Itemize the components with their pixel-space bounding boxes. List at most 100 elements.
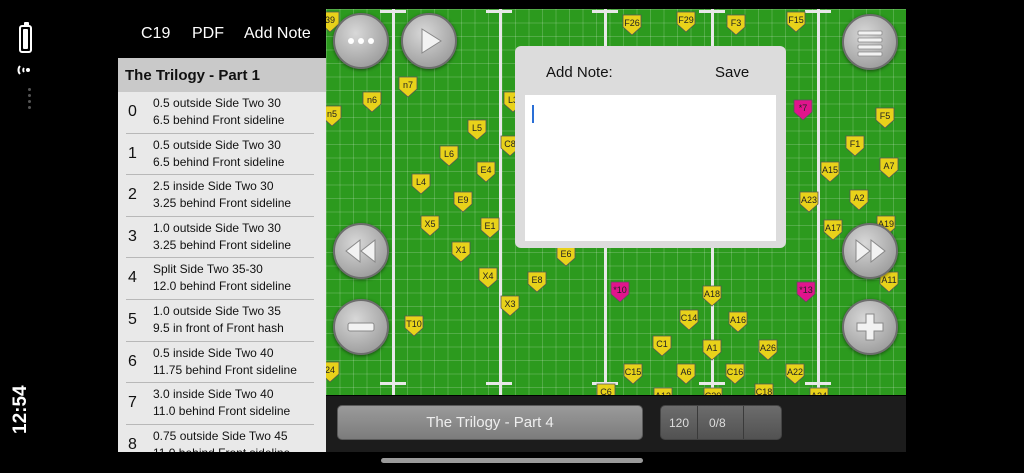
performer-marker[interactable]: E4	[476, 161, 496, 183]
status-time: 12:54	[10, 385, 31, 435]
performer-marker[interactable]: C14	[679, 309, 699, 331]
performer-marker[interactable]: T10	[404, 315, 424, 337]
hash-mark	[805, 382, 831, 385]
menu-button[interactable]	[842, 14, 898, 70]
performer-marker[interactable]: C20	[703, 387, 723, 395]
performer-marker[interactable]: E6	[556, 245, 576, 267]
performer-marker[interactable]: *7	[793, 99, 813, 121]
performer-marker[interactable]: X4	[478, 267, 498, 289]
performer-marker[interactable]: A6	[676, 363, 696, 385]
show-title-button[interactable]: The Trilogy - Part 4	[337, 405, 643, 440]
marker-label: A23	[800, 195, 817, 205]
performer-marker[interactable]: C1	[652, 335, 672, 357]
performer-marker[interactable]: A13	[653, 387, 673, 395]
set-line-1: 2.5 inside Side Two 30	[153, 179, 274, 194]
performer-marker[interactable]: X1	[451, 241, 471, 263]
performer-marker[interactable]: A17	[823, 219, 843, 241]
performer-marker[interactable]: C18	[754, 383, 774, 395]
note-textarea[interactable]	[525, 95, 776, 241]
performer-marker[interactable]: C16	[725, 363, 745, 385]
performer-marker[interactable]: A15	[820, 161, 840, 183]
marker-label: n7	[402, 80, 413, 90]
performer-marker[interactable]: E9	[453, 191, 473, 213]
zoom-out-button[interactable]	[333, 299, 389, 355]
performer-marker[interactable]: C15	[623, 363, 643, 385]
performer-marker[interactable]: L6	[439, 145, 459, 167]
pdf-button[interactable]: PDF	[192, 25, 224, 43]
divider	[743, 406, 744, 439]
set-line-2: 6.5 behind Front sideline	[153, 154, 285, 169]
set-row[interactable]: 6 0.5 inside Side Two 40 11.75 behind Fron…	[126, 342, 314, 384]
performer-marker[interactable]: A1	[702, 339, 722, 361]
performer-marker[interactable]: A16	[728, 311, 748, 333]
set-row[interactable]: 1 0.5 outside Side Two 30 6.5 behind Front…	[126, 134, 314, 176]
performer-marker[interactable]: A26	[758, 339, 778, 361]
set-row[interactable]: 2 2.5 inside Side Two 30 3.25 behind Front…	[126, 175, 314, 217]
performer-marker[interactable]: F5	[875, 107, 895, 129]
fast-forward-button[interactable]	[842, 223, 898, 279]
set-line-1: Split Side Two 35-30	[153, 262, 263, 277]
add-note-button[interactable]: Add Note	[244, 25, 311, 43]
play-button[interactable]	[401, 13, 457, 69]
performer-marker[interactable]: F15	[786, 11, 806, 33]
performer-marker[interactable]: F3	[726, 14, 746, 36]
text-caret	[532, 105, 534, 123]
performer-marker[interactable]: 24	[326, 361, 340, 383]
set-row[interactable]: 5 1.0 outside Side Two 35 9.5 in front of …	[126, 300, 314, 342]
performer-marker[interactable]: n7	[398, 76, 418, 98]
performer-marker[interactable]: A18	[702, 285, 722, 307]
plus-icon	[856, 313, 884, 341]
marker-label: *7	[798, 103, 808, 113]
performer-marker[interactable]: *13	[796, 281, 816, 303]
performer-marker[interactable]: F1	[845, 135, 865, 157]
marker-label: T10	[406, 319, 422, 329]
count-control[interactable]: 120 0/8	[660, 405, 782, 440]
set-link[interactable]: C19	[141, 25, 170, 43]
battery-icon	[19, 22, 32, 53]
set-line-1: 0.75 outside Side Two 45	[153, 428, 288, 443]
performer-marker[interactable]: X3	[500, 295, 520, 317]
performer-marker[interactable]: A7	[879, 157, 899, 179]
hash-mark	[699, 382, 725, 385]
set-line-2: 12.0 behind Front sideline	[153, 279, 292, 294]
performer-marker[interactable]: L5	[467, 119, 487, 141]
rewind-button[interactable]	[333, 223, 389, 279]
set-row[interactable]: 8 0.75 outside Side Two 45 11.0 behind Fro…	[126, 425, 314, 452]
hash-mark	[486, 10, 512, 13]
signal-dots-icon	[28, 88, 32, 109]
zoom-in-button[interactable]	[842, 299, 898, 355]
performer-marker[interactable]: F26	[622, 14, 642, 36]
performer-marker[interactable]: n5	[326, 105, 342, 127]
performer-marker[interactable]: L4	[411, 173, 431, 195]
set-line-2: 6.5 behind Front sideline	[153, 113, 285, 127]
marker-label: X4	[482, 271, 494, 281]
performer-marker[interactable]: A23	[799, 191, 819, 213]
save-button[interactable]: Save	[715, 64, 749, 81]
performer-marker[interactable]: *10	[610, 281, 630, 303]
performer-marker[interactable]: n6	[362, 91, 382, 113]
performer-marker[interactable]: C6	[596, 383, 616, 395]
set-row[interactable]: 3 1.0 outside Side Two 30 3.25 behind Fron…	[126, 217, 314, 259]
performer-marker[interactable]: A2	[849, 189, 869, 211]
performer-marker[interactable]: E8	[527, 271, 547, 293]
performer-marker[interactable]: F29	[676, 11, 696, 33]
yard-line	[392, 9, 395, 395]
marker-label: C20	[703, 391, 723, 395]
set-number: 8	[128, 435, 137, 452]
set-line-2: 11.0 behind Front sideline	[153, 446, 290, 452]
marker-label: A13	[653, 391, 673, 395]
performer-marker[interactable]: E1	[480, 217, 500, 239]
set-row[interactable]: 4 Split Side Two 35-30 12.0 behind Front s…	[126, 258, 314, 300]
set-number: 0	[128, 103, 137, 120]
set-row[interactable]: 0 0.5 outside Side Two 30 6.5 behind Front…	[126, 92, 314, 134]
set-row[interactable]: 7 3.0 inside Side Two 40 11.0 behind Front…	[126, 383, 314, 425]
marker-label: F3	[730, 18, 742, 28]
performer-marker[interactable]: A24	[809, 387, 829, 395]
rewind-icon	[345, 238, 376, 264]
marker-label: *13	[799, 285, 813, 295]
more-button[interactable]	[333, 13, 389, 69]
performer-marker[interactable]: A22	[785, 363, 805, 385]
set-line-1: 0.5 inside Side Two 40	[153, 345, 274, 360]
performer-marker[interactable]: X5	[420, 215, 440, 237]
yard-line	[499, 9, 502, 395]
